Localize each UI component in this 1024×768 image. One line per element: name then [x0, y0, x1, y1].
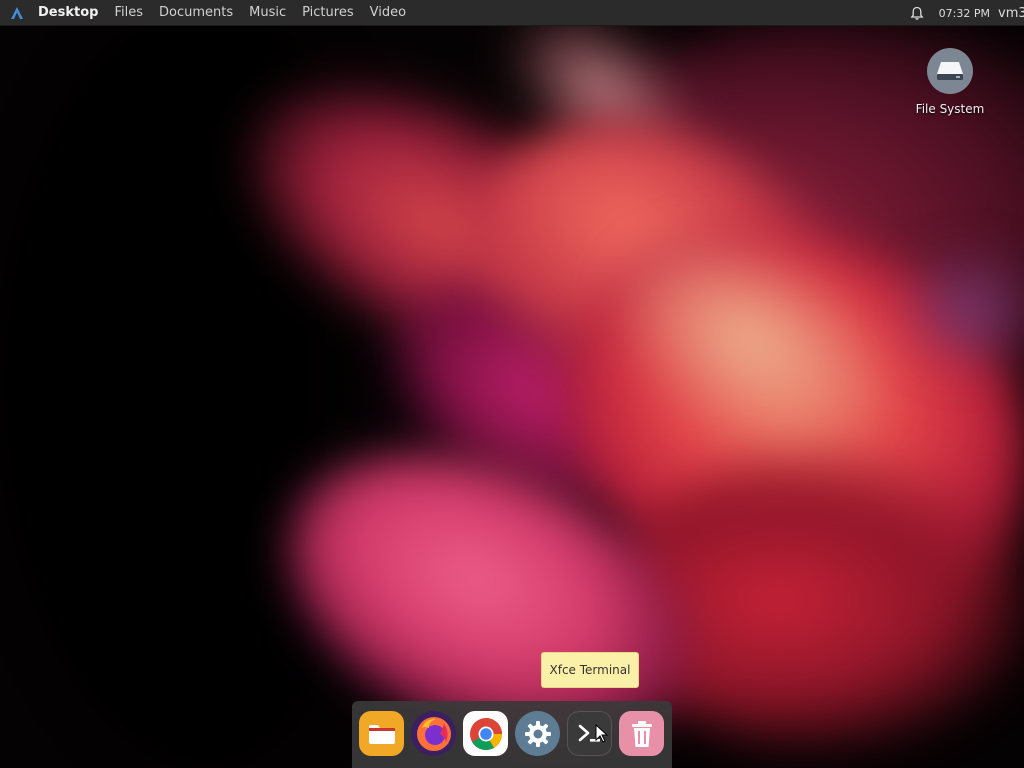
dock-item-files[interactable]	[359, 711, 404, 756]
place-video[interactable]: Video	[362, 0, 414, 26]
place-music[interactable]: Music	[241, 0, 294, 26]
places-menu: Desktop Files Documents Music Pictures V…	[36, 0, 414, 26]
place-files[interactable]: Files	[106, 0, 151, 26]
place-documents[interactable]: Documents	[151, 0, 241, 26]
dock-item-trash[interactable]	[619, 711, 664, 756]
desktop-wallpaper	[0, 0, 1024, 768]
place-desktop[interactable]: Desktop	[36, 0, 106, 26]
chrome-icon	[469, 717, 502, 750]
desktop-icon-label: File System	[915, 102, 985, 116]
tooltip-text: Xfce Terminal	[549, 663, 631, 677]
desktop-icon-file-system[interactable]: File System	[906, 48, 994, 116]
dock	[352, 701, 672, 768]
dock-item-firefox[interactable]	[411, 711, 456, 756]
drive-harddisk-icon	[927, 48, 973, 94]
panel-tray: 07:32 PM vm3	[909, 0, 1024, 26]
dock-item-settings[interactable]	[515, 711, 560, 756]
user-menu[interactable]: vm3	[998, 6, 1024, 21]
gear-icon	[524, 720, 551, 747]
clock[interactable]: 07:32 PM	[939, 7, 990, 20]
terminal-icon	[578, 724, 600, 742]
dock-item-chrome[interactable]	[463, 711, 508, 756]
trash-icon	[631, 720, 652, 747]
place-pictures[interactable]: Pictures	[294, 0, 361, 26]
dock-tooltip: Xfce Terminal	[541, 652, 639, 688]
folder-icon	[368, 724, 395, 744]
notification-bell-icon[interactable]	[909, 5, 925, 21]
dock-item-terminal[interactable]	[567, 711, 612, 756]
top-panel: Desktop Files Documents Music Pictures V…	[0, 0, 1024, 26]
app-menu-icon[interactable]	[9, 5, 25, 21]
firefox-icon	[416, 716, 451, 751]
